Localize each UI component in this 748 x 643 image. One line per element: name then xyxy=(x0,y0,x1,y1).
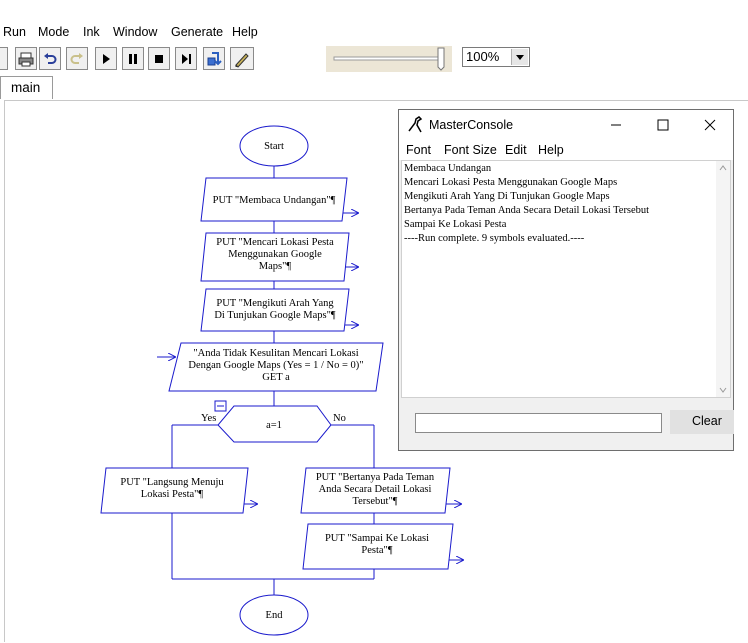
console-title: MasterConsole xyxy=(429,118,514,132)
output-2-line-3: Maps"¶ xyxy=(259,261,292,272)
printer-icon xyxy=(18,52,34,66)
no-label: No xyxy=(333,413,346,424)
zoom-dropdown-button[interactable] xyxy=(511,49,528,65)
console-line: Mengikuti Arah Yang Di Tunjukan Google M… xyxy=(404,191,610,202)
output-no-1-line-2: Anda Secara Detail Lokasi xyxy=(319,484,432,495)
output-yes-line-2: Lokasi Pesta"¶ xyxy=(141,489,204,500)
output-yes-line-1: PUT "Langsung Menuju xyxy=(120,477,224,488)
menu-bar: Run Mode Ink Window Generate Help xyxy=(0,24,748,42)
yes-label: Yes xyxy=(201,413,216,424)
play-icon xyxy=(103,53,110,64)
console-title-bar[interactable]: MasterConsole xyxy=(399,110,733,140)
output-no-2-line-1: PUT "Sampai Ke Lokasi xyxy=(325,533,429,544)
step-icon xyxy=(182,53,191,64)
menu-help[interactable]: Help xyxy=(232,25,258,39)
input-line-1: "Anda Tidak Kesulitan Mencari Lokasi xyxy=(193,348,358,359)
console-line: Membaca Undangan xyxy=(404,163,492,174)
input-line-3: GET a xyxy=(262,372,290,383)
output-3-line-2: Di Tunjukan Google Maps"¶ xyxy=(214,310,336,321)
undo-button[interactable] xyxy=(39,47,61,70)
scroll-down-icon[interactable] xyxy=(719,387,727,393)
console-menu-font-size[interactable]: Font Size xyxy=(444,143,497,157)
minimize-icon[interactable] xyxy=(609,118,623,132)
redo-icon xyxy=(70,52,83,64)
decision-label: a=1 xyxy=(266,420,282,431)
console-line: Bertanya Pada Teman Anda Secara Detail L… xyxy=(404,205,650,216)
menu-window[interactable]: Window xyxy=(113,25,157,39)
console-menu-edit[interactable]: Edit xyxy=(505,143,527,157)
clear-button-label: Clear xyxy=(692,414,722,428)
tab-bar: main xyxy=(0,74,748,100)
console-menu-font[interactable]: Font xyxy=(406,143,431,157)
master-console-window: MasterConsole Font Font Size Edit Help M… xyxy=(398,109,734,451)
console-output[interactable]: Membaca Undangan Mencari Lokasi Pesta Me… xyxy=(401,160,731,398)
console-line: Sampai Ke Lokasi Pesta xyxy=(404,219,507,230)
tab-main[interactable]: main xyxy=(0,76,53,99)
step-button[interactable] xyxy=(175,47,197,70)
scroll-up-icon[interactable] xyxy=(719,165,727,171)
console-scrollbar[interactable] xyxy=(716,161,730,397)
pause-icon xyxy=(129,53,137,64)
output-1-line-1: PUT "Membaca Undangan"¶ xyxy=(213,195,336,206)
debug-button[interactable] xyxy=(203,47,225,70)
menu-generate[interactable]: Generate xyxy=(171,25,223,39)
debug-icon xyxy=(207,51,222,65)
speed-slider[interactable] xyxy=(326,46,452,72)
output-no-1-line-3: Tersebut"¶ xyxy=(352,496,397,507)
stop-button[interactable] xyxy=(148,47,170,70)
console-menu-help[interactable]: Help xyxy=(538,143,564,157)
end-label: End xyxy=(266,610,284,621)
output-no-2-line-2: Pesta"¶ xyxy=(361,545,392,556)
undo-icon xyxy=(44,52,57,64)
toolbar-button-partial[interactable] xyxy=(0,47,8,70)
redo-button[interactable] xyxy=(66,47,88,70)
maximize-icon[interactable] xyxy=(656,118,670,132)
chevron-down-icon xyxy=(516,55,524,60)
output-2-line-2: Menggunakan Google xyxy=(228,249,322,260)
tab-main-label: main xyxy=(11,80,41,95)
pause-button[interactable] xyxy=(122,47,144,70)
console-menu-bar: Font Font Size Edit Help xyxy=(399,140,733,160)
zoom-select[interactable]: 100% xyxy=(462,47,530,67)
pen-button[interactable] xyxy=(230,47,254,70)
play-button[interactable] xyxy=(95,47,117,70)
output-2-line-1: PUT "Mencari Lokasi Pesta xyxy=(216,237,334,248)
console-line: ----Run complete. 9 symbols evaluated.--… xyxy=(404,233,585,244)
app-icon xyxy=(408,116,423,133)
slider-track xyxy=(333,47,445,71)
print-button[interactable] xyxy=(15,47,37,70)
menu-run[interactable]: Run xyxy=(3,25,26,39)
menu-ink[interactable]: Ink xyxy=(83,25,100,39)
console-line: Mencari Lokasi Pesta Menggunakan Google … xyxy=(404,177,618,188)
console-input-field[interactable] xyxy=(415,413,662,433)
slider-thumb[interactable] xyxy=(437,47,445,71)
start-label: Start xyxy=(264,141,284,152)
clear-button[interactable]: Clear xyxy=(670,410,734,434)
output-no-1-line-1: PUT "Bertanya Pada Teman xyxy=(316,472,435,483)
close-icon[interactable] xyxy=(703,118,717,132)
output-3-line-1: PUT "Mengikuti Arah Yang xyxy=(216,298,334,309)
input-line-2: Dengan Google Maps (Yes = 1 / No = 0)" xyxy=(188,360,363,371)
menu-mode[interactable]: Mode xyxy=(38,25,69,39)
stop-icon xyxy=(155,54,163,63)
zoom-value: 100% xyxy=(466,49,500,64)
pen-icon xyxy=(235,52,249,68)
